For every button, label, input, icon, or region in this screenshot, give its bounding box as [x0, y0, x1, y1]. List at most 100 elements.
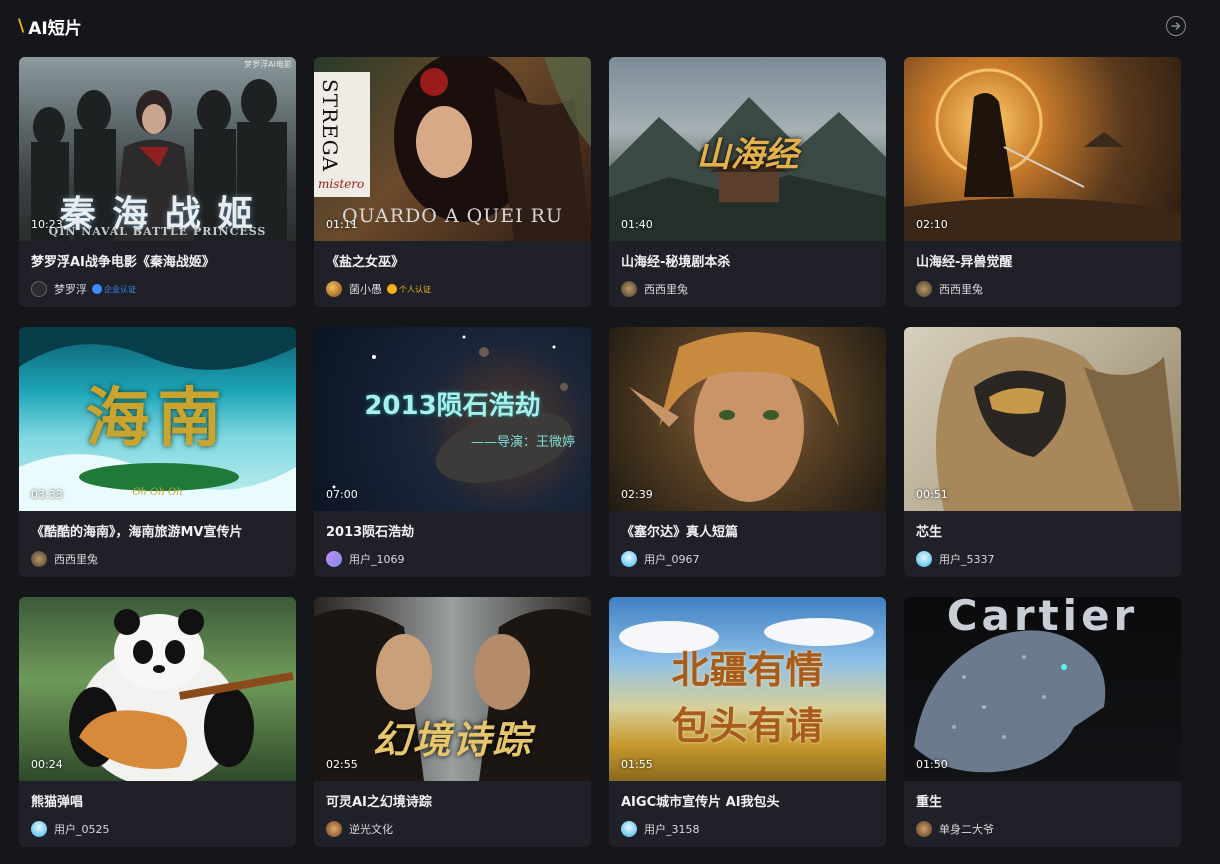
video-title[interactable]: 《酷酷的海南》，海南旅游MV宣传片: [31, 521, 284, 540]
avatar: [31, 551, 47, 567]
more-button[interactable]: [1166, 16, 1186, 36]
video-thumbnail[interactable]: Cartier 01:50: [904, 597, 1181, 781]
video-title[interactable]: 熊猫弹唱: [31, 791, 284, 810]
video-title[interactable]: 2013陨石浩劫: [326, 521, 579, 540]
video-title[interactable]: 梦罗浮AI战争电影《秦海战姬》: [31, 251, 284, 270]
arrow-right-circle-icon: [1171, 22, 1181, 30]
author-row[interactable]: 用户_5337: [916, 551, 1169, 567]
video-card[interactable]: 02:10 山海经-异兽觉醒 西西里兔: [904, 57, 1181, 307]
video-thumbnail[interactable]: 02:10: [904, 57, 1181, 241]
author-row[interactable]: 用户_0525: [31, 821, 284, 837]
author-name[interactable]: 菌小愚: [349, 281, 382, 297]
avatar: [326, 281, 342, 297]
author-row[interactable]: 逆光文化: [326, 821, 579, 837]
badge-label: 企业认证: [104, 284, 136, 294]
video-thumbnail[interactable]: 秦 海 战 姬 QIN NAVAL BATTLE PRINCESS 梦罗浮AI电…: [19, 57, 296, 241]
video-card[interactable]: 02:39 《塞尔达》真人短篇 用户_0967: [609, 327, 886, 577]
video-duration: 02:55: [326, 758, 358, 771]
thumbnail-title-overlay: 北疆有情: [671, 648, 824, 692]
avatar: [31, 281, 47, 297]
avatar: [326, 551, 342, 567]
author-name[interactable]: 用户_3158: [644, 821, 700, 837]
avatar: [621, 551, 637, 567]
video-title[interactable]: AIGC城市宣传片 AI我包头: [621, 791, 874, 810]
author-name[interactable]: 单身二大爷: [939, 821, 994, 837]
avatar: [326, 821, 342, 837]
thumbnail-title-overlay: 2013陨石浩劫: [364, 391, 541, 421]
video-card[interactable]: 00:24 熊猫弹唱 用户_0525: [19, 597, 296, 847]
thumbnail-subtitle-overlay: ——导演：王微婷: [470, 435, 575, 450]
avatar: [916, 821, 932, 837]
thumbnail-subtitle-overlay: 包头有请: [671, 704, 824, 748]
video-thumbnail[interactable]: 北疆有情 包头有请 01:55: [609, 597, 886, 781]
section-title-text: AI短片: [28, 18, 82, 39]
thumbnail-vertical-title: STREGA: [318, 79, 342, 173]
author-name[interactable]: 西西里兔: [939, 281, 983, 297]
author-row[interactable]: 单身二大爷: [916, 821, 1169, 837]
video-thumbnail[interactable]: 00:51: [904, 327, 1181, 511]
author-name[interactable]: 逆光文化: [349, 821, 393, 837]
video-thumbnail[interactable]: 海南 Oh Oh Oh 03:33: [19, 327, 296, 511]
video-duration: 10:23: [31, 218, 63, 231]
thumbnail-title-overlay: Cartier: [946, 597, 1139, 640]
avatar: [621, 821, 637, 837]
author-row[interactable]: 西西里兔: [916, 281, 1169, 297]
section-title: \ AI短片: [18, 14, 82, 39]
video-duration: 00:51: [916, 488, 948, 501]
author-row[interactable]: 菌小愚 个人认证: [326, 281, 579, 297]
author-name[interactable]: 西西里兔: [644, 281, 688, 297]
video-title[interactable]: 重生: [916, 791, 1169, 810]
video-duration: 07:00: [326, 488, 358, 501]
section-header: \ AI短片: [18, 12, 1186, 40]
verified-badge: 企业认证: [92, 284, 136, 295]
video-thumbnail[interactable]: 00:24: [19, 597, 296, 781]
video-thumbnail[interactable]: STREGA mistero QUARDO A QUEI RU 01:11: [314, 57, 591, 241]
video-thumbnail[interactable]: 02:39: [609, 327, 886, 511]
badge-icon: [387, 284, 397, 294]
author-name[interactable]: 用户_0967: [644, 551, 700, 567]
video-title[interactable]: 《盐之女巫》: [326, 251, 579, 270]
video-title[interactable]: 山海经-秘境剧本杀: [621, 251, 874, 270]
video-card[interactable]: Cartier 01:50 重生 单身二大爷: [904, 597, 1181, 847]
video-title[interactable]: 《塞尔达》真人短篇: [621, 521, 874, 540]
video-card[interactable]: 海南 Oh Oh Oh 03:33 《酷酷的海南》，海南旅游MV宣传片 西西里兔: [19, 327, 296, 577]
video-card[interactable]: 秦 海 战 姬 QIN NAVAL BATTLE PRINCESS 梦罗浮AI电…: [19, 57, 296, 307]
video-title[interactable]: 山海经-异兽觉醒: [916, 251, 1169, 270]
video-duration: 01:55: [621, 758, 653, 771]
author-row[interactable]: 用户_0967: [621, 551, 874, 567]
author-row[interactable]: 梦罗浮 企业认证: [31, 281, 284, 297]
author-name[interactable]: 用户_0525: [54, 821, 110, 837]
video-thumbnail[interactable]: 山海经 01:40: [609, 57, 886, 241]
author-row[interactable]: 用户_1069: [326, 551, 579, 567]
video-thumbnail[interactable]: 幻境诗踪 02:55: [314, 597, 591, 781]
video-grid: 秦 海 战 姬 QIN NAVAL BATTLE PRINCESS 梦罗浮AI电…: [19, 57, 1181, 847]
author-row[interactable]: 西西里兔: [621, 281, 874, 297]
video-card[interactable]: 幻境诗踪 02:55 可灵AI之幻境诗踪 逆光文化: [314, 597, 591, 847]
avatar: [916, 281, 932, 297]
video-duration: 01:40: [621, 218, 653, 231]
author-name[interactable]: 梦罗浮: [54, 281, 87, 297]
video-title[interactable]: 芯生: [916, 521, 1169, 540]
author-name[interactable]: 用户_5337: [939, 551, 995, 567]
shield-icon: [92, 284, 102, 294]
video-card[interactable]: 2013陨石浩劫 ——导演：王微婷 07:00 2013陨石浩劫 用户_1069: [314, 327, 591, 577]
author-row[interactable]: 西西里兔: [31, 551, 284, 567]
video-card[interactable]: 山海经 01:40 山海经-秘境剧本杀 西西里兔: [609, 57, 886, 307]
video-card[interactable]: STREGA mistero QUARDO A QUEI RU 01:11 《盐…: [314, 57, 591, 307]
video-card[interactable]: 北疆有情 包头有请 01:55 AIGC城市宣传片 AI我包头 用户_3158: [609, 597, 886, 847]
thumbnail-title-overlay: 海南: [85, 381, 230, 456]
video-duration: 00:24: [31, 758, 63, 771]
video-duration: 01:11: [326, 218, 358, 231]
video-duration: 02:39: [621, 488, 653, 501]
video-duration: 03:33: [31, 488, 63, 501]
video-duration: 02:10: [916, 218, 948, 231]
author-row[interactable]: 用户_3158: [621, 821, 874, 837]
avatar: [916, 551, 932, 567]
author-name[interactable]: 西西里兔: [54, 551, 98, 567]
thumbnail-corner-text: 梦罗浮AI电影: [244, 60, 292, 69]
video-thumbnail[interactable]: 2013陨石浩劫 ——导演：王微婷 07:00: [314, 327, 591, 511]
video-card[interactable]: 00:51 芯生 用户_5337: [904, 327, 1181, 577]
video-title[interactable]: 可灵AI之幻境诗踪: [326, 791, 579, 810]
author-name[interactable]: 用户_1069: [349, 551, 405, 567]
title-slash: \: [18, 16, 25, 36]
